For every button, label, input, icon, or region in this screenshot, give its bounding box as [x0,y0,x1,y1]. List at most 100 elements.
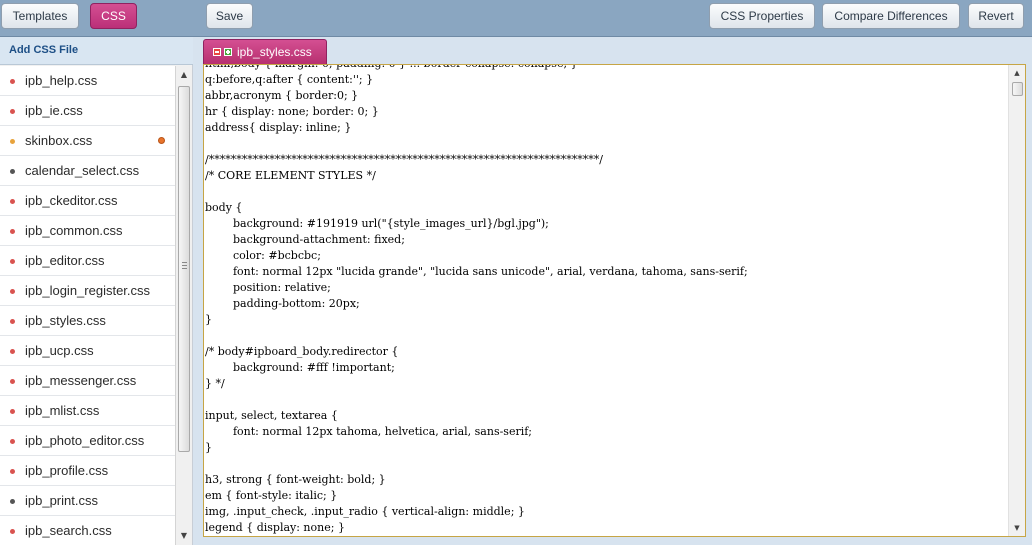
editor-area: ipb_styles.css html,body { margin: 0; pa… [193,37,1032,545]
file-name-label: ipb_ckeditor.css [25,193,118,208]
css-file-sidebar: Add CSS File ipb_help.css ipb_ie.cssskinb… [0,37,193,545]
css-button[interactable]: CSS [90,3,137,29]
file-item[interactable]: ipb_messenger.css [0,366,175,396]
file-name-label: ipb_print.css [25,493,98,508]
code-line[interactable] [205,392,748,408]
file-item[interactable]: ipb_ckeditor.css [0,186,175,216]
file-name-label: ipb_ucp.css [25,343,94,358]
file-item[interactable]: ipb_styles.css [0,306,175,336]
code-line[interactable]: legend { display: none; } [205,520,748,536]
file-status-dot-icon [10,529,15,534]
file-name-label: ipb_editor.css [25,253,105,268]
top-toolbar: Templates CSS Save CSS Properties Compar… [0,0,1032,37]
close-tab-icon[interactable] [213,48,221,56]
file-item[interactable]: ipb_editor.css [0,246,175,276]
save-button[interactable]: Save [206,3,253,29]
file-name-label: ipb_ie.css [25,103,83,118]
code-line[interactable]: address{ display: inline; } [205,120,748,136]
file-item[interactable]: ipb_ucp.css [0,336,175,366]
code-line[interactable]: input, select, textarea { [205,408,748,424]
code-line[interactable]: font: normal 12px tahoma, helvetica, ari… [205,424,748,440]
add-tab-icon[interactable] [224,48,232,56]
code-line[interactable]: q:before,q:after { content:''; } [205,72,748,88]
file-item[interactable]: ipb_ie.css [0,96,175,126]
file-name-label: calendar_select.css [25,163,140,178]
file-status-dot-icon [10,79,15,84]
scroll-up-arrow-icon[interactable]: ▲ [1009,67,1025,79]
file-item[interactable]: ipb_help.css [0,66,175,96]
code-text[interactable]: html,body { margin: 0; padding: 0 } ... … [205,65,748,536]
sidebar-header: Add CSS File [0,37,193,65]
file-status-dot-icon [10,139,15,144]
revert-button[interactable]: Revert [968,3,1024,29]
code-line[interactable]: background: #191919 url("{style_images_u… [205,216,748,232]
code-line[interactable]: body { [205,200,748,216]
file-item[interactable]: ipb_profile.css [0,456,175,486]
file-item[interactable]: skinbox.css [0,126,175,156]
modified-indicator-icon [158,137,165,144]
code-line[interactable]: /* CORE ELEMENT STYLES */ [205,168,748,184]
editor-scrollbar[interactable]: ▲ ▼ [1008,65,1025,536]
scroll-down-arrow-icon[interactable]: ▼ [1009,522,1025,534]
file-status-dot-icon [10,259,15,264]
file-item[interactable]: ipb_mlist.css [0,396,175,426]
file-name-label: ipb_styles.css [25,313,106,328]
file-name-label: ipb_profile.css [25,463,109,478]
tab-ipb-styles[interactable]: ipb_styles.css [203,39,327,64]
file-name-label: ipb_common.css [25,223,123,238]
file-status-dot-icon [10,469,15,474]
code-line[interactable]: } */ [205,376,748,392]
file-item[interactable]: calendar_select.css [0,156,175,186]
scrollbar-thumb[interactable] [1012,82,1023,96]
code-line[interactable]: } [205,440,748,456]
file-name-label: ipb_mlist.css [25,403,100,418]
file-status-dot-icon [10,289,15,294]
code-line[interactable]: /***************************************… [205,152,748,168]
code-line[interactable]: /* body#ipboard_body.redirector { [205,344,748,360]
file-status-dot-icon [10,439,15,444]
code-line[interactable]: hr { display: none; border: 0; } [205,104,748,120]
code-line[interactable]: h3, strong { font-weight: bold; } [205,472,748,488]
code-line[interactable]: background: #fff !important; [205,360,748,376]
file-status-dot-icon [10,499,15,504]
file-status-dot-icon [10,379,15,384]
templates-button[interactable]: Templates [1,3,79,29]
code-line[interactable]: font: normal 12px "lucida grande", "luci… [205,264,748,280]
file-item[interactable]: ipb_login_register.css [0,276,175,306]
tab-label: ipb_styles.css [237,45,312,59]
file-status-dot-icon [10,109,15,114]
file-status-dot-icon [10,229,15,234]
file-status-dot-icon [10,409,15,414]
code-line[interactable]: position: relative; [205,280,748,296]
scrollbar-thumb[interactable] [178,86,190,452]
file-item[interactable]: ipb_photo_editor.css [0,426,175,456]
file-status-dot-icon [10,349,15,354]
code-line[interactable] [205,328,748,344]
css-properties-button[interactable]: CSS Properties [709,3,815,29]
scroll-up-arrow-icon[interactable]: ▲ [176,68,192,82]
code-line[interactable]: background-attachment: fixed; [205,232,748,248]
code-line[interactable]: html,body { margin: 0; padding: 0 } ... … [205,65,748,72]
code-line[interactable]: em { font-style: italic; } [205,488,748,504]
code-editor[interactable]: html,body { margin: 0; padding: 0 } ... … [203,64,1026,537]
code-line[interactable]: color: #bcbcbc; [205,248,748,264]
code-line[interactable] [205,456,748,472]
file-name-label: ipb_messenger.css [25,373,137,388]
code-line[interactable]: img, .input_check, .input_radio { vertic… [205,504,748,520]
code-line[interactable]: } [205,312,748,328]
code-line[interactable] [205,136,748,152]
file-status-dot-icon [10,319,15,324]
file-item[interactable]: ipb_search.css [0,516,175,545]
compare-differences-button[interactable]: Compare Differences [822,3,960,29]
code-line[interactable]: padding-bottom: 20px; [205,296,748,312]
css-file-list: ipb_help.css ipb_ie.css skinbox.css calenda… [0,66,175,545]
grip-icon [182,262,187,269]
code-viewport[interactable]: html,body { margin: 0; padding: 0 } ... … [204,65,1008,536]
code-line[interactable]: abbr,acronym { border:0; } [205,88,748,104]
file-item[interactable]: ipb_common.css [0,216,175,246]
file-item[interactable]: ipb_print.css [0,486,175,516]
code-line[interactable] [205,184,748,200]
add-css-file-link[interactable]: Add CSS File [9,44,78,56]
file-list-scrollbar[interactable]: ▲ ▼ [175,66,192,545]
scroll-down-arrow-icon[interactable]: ▼ [176,529,192,543]
